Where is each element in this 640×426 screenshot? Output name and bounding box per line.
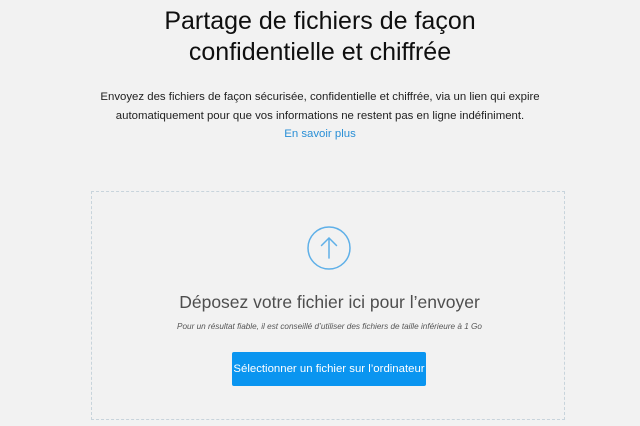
page-description-line-2: automatiquement pour que vos information…	[115, 109, 525, 122]
page-title-line-1: Partage de fichiers de façon	[164, 7, 476, 35]
upload-arrow-icon	[307, 226, 351, 270]
select-file-button[interactable]: Sélectionner un fichier sur l’ordinateur	[232, 352, 426, 386]
page-title: Partage de fichiers de façon confidentie…	[0, 6, 640, 68]
page-title-line-2: confidentielle et chiffrée	[188, 38, 452, 66]
dropzone-size-hint: Pour un résultat fiable, il est conseill…	[177, 322, 482, 331]
page-description: Envoyez des fichiers de façon sécurisée,…	[0, 88, 640, 125]
page-description-line-1: Envoyez des fichiers de façon sécurisée,…	[100, 91, 540, 103]
learn-more-link[interactable]: En savoir plus	[0, 126, 640, 142]
dropzone-title: Déposez votre fichier ici pour l’envoyer	[179, 292, 480, 312]
